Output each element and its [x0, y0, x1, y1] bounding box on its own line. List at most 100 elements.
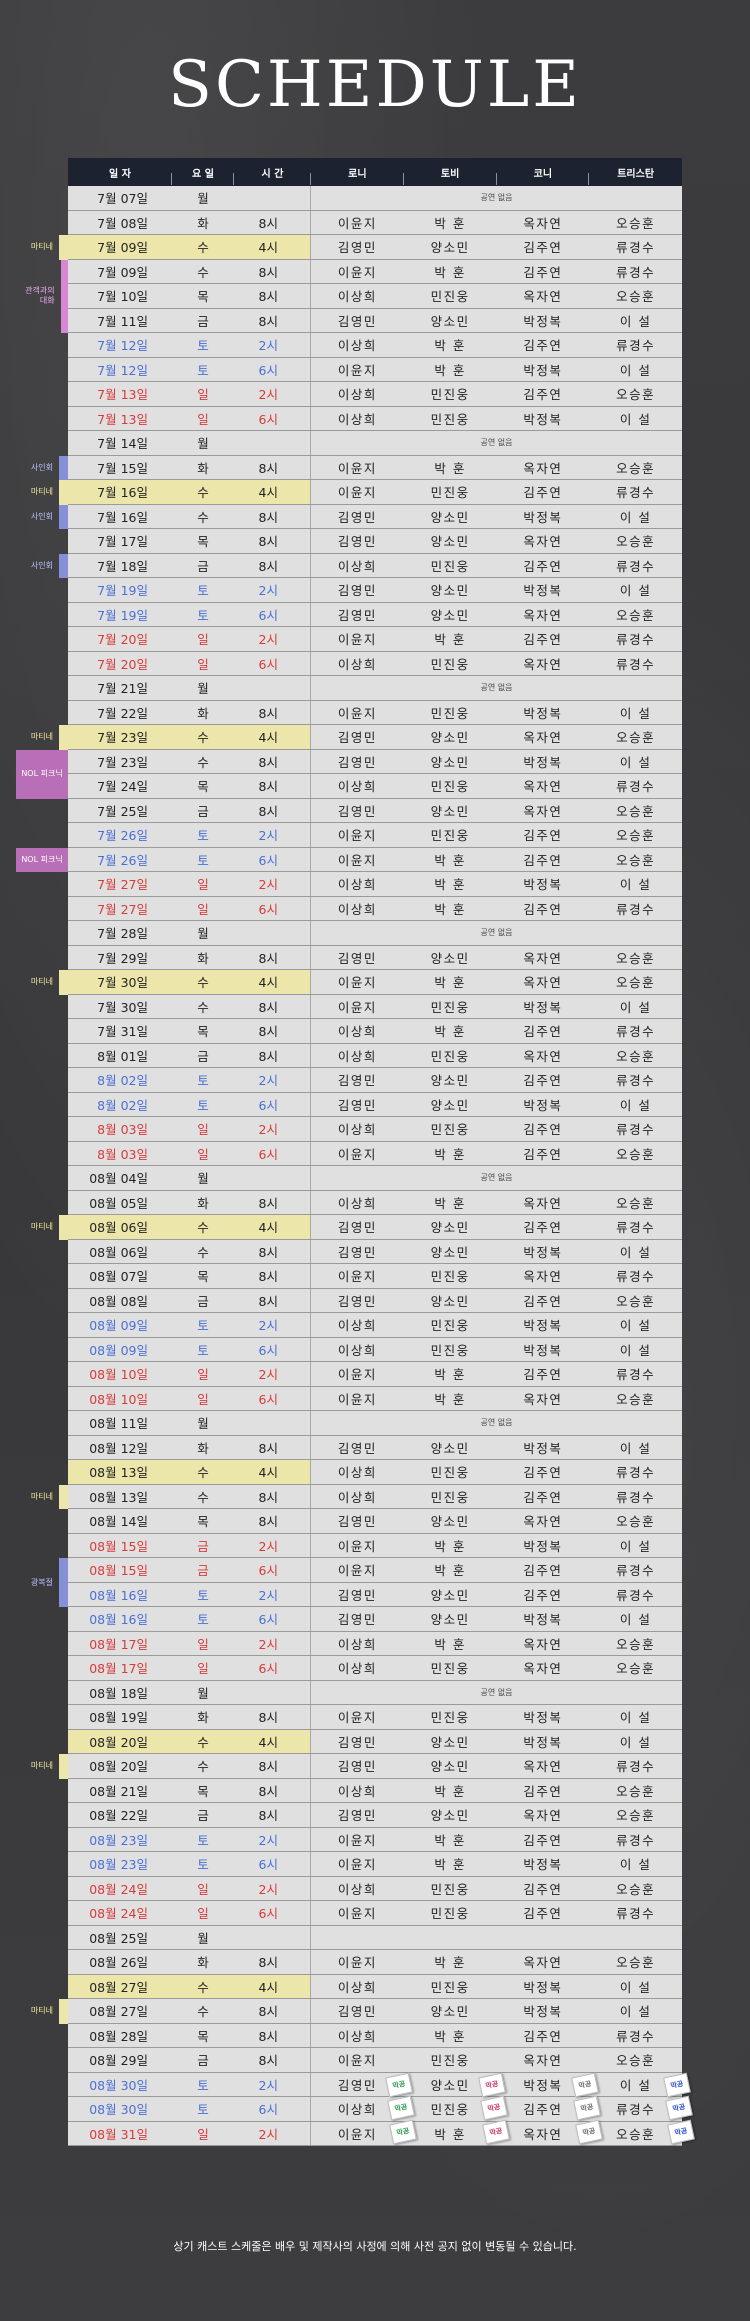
- cast-koni: 옥자연: [523, 1636, 563, 1652]
- cast-roni: 김영민: [337, 1808, 377, 1824]
- date-cell: 08월 17일: [89, 1661, 148, 1677]
- date-cell: 7월 09일: [97, 264, 148, 280]
- table-row: 7월 27일 일 2시 이상희 박 훈 박정복 이 설: [68, 872, 682, 897]
- time-cell: 2시: [234, 2121, 311, 2145]
- cast-tobi: 양소민: [430, 1073, 470, 1089]
- cast-koni: 박정복: [523, 1710, 563, 1726]
- day-cell: 금: [197, 1538, 209, 1554]
- date-cell: 8월 03일: [97, 1122, 148, 1138]
- time-cell: 2시: [234, 627, 311, 651]
- cast-koni: 박정복: [523, 2004, 563, 2020]
- date-cell: 7월 27일: [97, 877, 148, 893]
- time-cell: 8시: [234, 700, 311, 724]
- side-tag-bar: [59, 1215, 68, 1240]
- date-cell: 08월 22일: [89, 1808, 148, 1824]
- cast-roni: 이윤지: [337, 975, 377, 991]
- table-row: 08월 28일 목 8시 이상희 박 훈 김주연 류경수: [68, 2023, 682, 2048]
- cast-tobi: 박 훈: [434, 1538, 466, 1554]
- cast-tristan: 류경수: [616, 1024, 656, 1040]
- cast-tobi: 민진웅: [430, 1318, 470, 1334]
- day-cell: 일: [197, 877, 209, 893]
- date-cell: 7월 09일: [68, 235, 172, 259]
- cast-tobi: 민진웅: [430, 1269, 470, 1285]
- table-row: 08월 23일 토 2시 이윤지 박 훈 김주연 류경수: [68, 1827, 682, 1852]
- table-row: 08월 08일 금 8시 김영민 양소민 김주연 오승훈: [68, 1288, 682, 1313]
- time-cell: 2시: [234, 823, 311, 847]
- cast-roni: 이상희: [337, 558, 377, 574]
- day-cell: 화: [197, 215, 209, 231]
- cast-roni: 이상희: [337, 1979, 377, 1995]
- time-cell: 8시: [234, 1190, 311, 1214]
- cast-koni: 김주연: [523, 1293, 563, 1309]
- cast-tobi: 민진웅: [430, 1710, 470, 1726]
- cast-koni: 김주연: [523, 901, 563, 917]
- day-cell: 목: [197, 534, 209, 550]
- time-cell: [234, 1680, 311, 1704]
- cast-tristan: 오승훈: [616, 387, 656, 403]
- cast-koni: 옥자연: [523, 289, 563, 305]
- time-cell: 6시: [234, 1558, 311, 1582]
- time-cell: 8시: [234, 1264, 311, 1288]
- cast-koni: 김주연: [523, 1146, 563, 1162]
- table-row: 7월 13일 일 6시 이상희 민진웅 박정복 이 설: [68, 406, 682, 431]
- cast-koni: 옥자연: [523, 215, 563, 231]
- side-tag-label: 사인회: [30, 462, 53, 472]
- cast-koni: 김주연: [523, 1489, 563, 1505]
- time-cell: 6시: [234, 651, 311, 675]
- time-cell: [234, 431, 311, 455]
- time-cell: 2시: [234, 1827, 311, 1851]
- side-tag: 사인회: [16, 504, 68, 529]
- cast-roni: 이상희: [337, 1489, 377, 1505]
- cast-tristan: 류경수: [616, 656, 656, 672]
- time-cell: 8시: [234, 749, 311, 773]
- day-cell: 토: [197, 1342, 209, 1358]
- table-row: 08월 13일 수 4시 이상희 민진웅 김주연 류경수: [68, 1460, 682, 1485]
- table-row: 8월 01일 금 8시 이상희 민진웅 옥자연 오승훈: [68, 1043, 682, 1068]
- cast-tristan: 류경수: [616, 485, 656, 501]
- day-cell: 일: [197, 1906, 209, 1922]
- day-cell: 토: [197, 1612, 209, 1628]
- side-tag-label: 사인회: [30, 560, 53, 570]
- cast-tristan: 이 설: [619, 1612, 652, 1628]
- date-cell: 08월 20일: [89, 1759, 148, 1775]
- day-cell: 수: [172, 1460, 234, 1484]
- last-show-stamp: 막공: [663, 2072, 692, 2097]
- table-row: 7월 15일 화 8시 이윤지 박 훈 옥자연 오승훈: [68, 455, 682, 480]
- table-row: 08월 09일 토 6시 이상희 민진웅 박정복 이 설: [68, 1337, 682, 1362]
- cast-tristan: 이 설: [619, 1538, 652, 1554]
- cast-roni: 이상희: [337, 1881, 377, 1897]
- cast-roni: 이윤지: [337, 705, 377, 721]
- date-cell: 08월 06일: [68, 1215, 172, 1239]
- cast-tristan: 이 설: [619, 1342, 652, 1358]
- cast-tristan: 이 설: [619, 1097, 652, 1113]
- cast-koni: 박정복: [523, 877, 563, 893]
- cast-tobi: 박 훈: [434, 1563, 466, 1579]
- date-cell: 08월 08일: [89, 1293, 148, 1309]
- date-cell: 7월 11일: [97, 313, 148, 329]
- last-show-stamp: 막공: [570, 2072, 599, 2097]
- time-cell: [234, 676, 311, 700]
- cast-tristan: 오승훈: [616, 950, 656, 966]
- date-cell: 7월 10일: [97, 289, 148, 305]
- cast-tristan: 이 설: [619, 1979, 652, 1995]
- cast-koni: 박정복: [523, 1538, 563, 1554]
- no-show-cell: 공연 없음: [480, 683, 513, 693]
- table-row: 08월 24일 일 2시 이상희 민진웅 김주연 오승훈: [68, 1876, 682, 1901]
- date-cell: 08월 06일: [89, 1244, 148, 1260]
- cast-roni: 김영민: [337, 754, 377, 770]
- time-cell: 8시: [234, 1484, 311, 1508]
- last-show-stamp: 막공: [481, 2119, 510, 2144]
- time-cell: 6시: [234, 1901, 311, 1925]
- cast-roni: 이상희: [337, 387, 377, 403]
- cast-roni: 이윤지: [337, 852, 377, 868]
- time-cell: 8시: [234, 1435, 311, 1459]
- cast-roni: 이윤지: [337, 632, 377, 648]
- header-koni: 코니: [497, 165, 590, 185]
- table-row: 7월 24일 목 8시 이상희 민진웅 옥자연 류경수: [68, 774, 682, 799]
- date-cell: 08월 23일: [89, 1857, 148, 1873]
- cast-tristan: 오승훈: [616, 803, 656, 819]
- footer-note: 상기 캐스트 스케줄은 배우 및 제작사의 사정에 의해 사전 공지 없이 변동…: [173, 2240, 577, 2253]
- cast-tobi: 양소민: [430, 803, 470, 819]
- table-row: 7월 19일 토 2시 김영민 양소민 박정복 이 설: [68, 578, 682, 603]
- table-row: 7월 25일 금 8시 김영민 양소민 옥자연 오승훈: [68, 798, 682, 823]
